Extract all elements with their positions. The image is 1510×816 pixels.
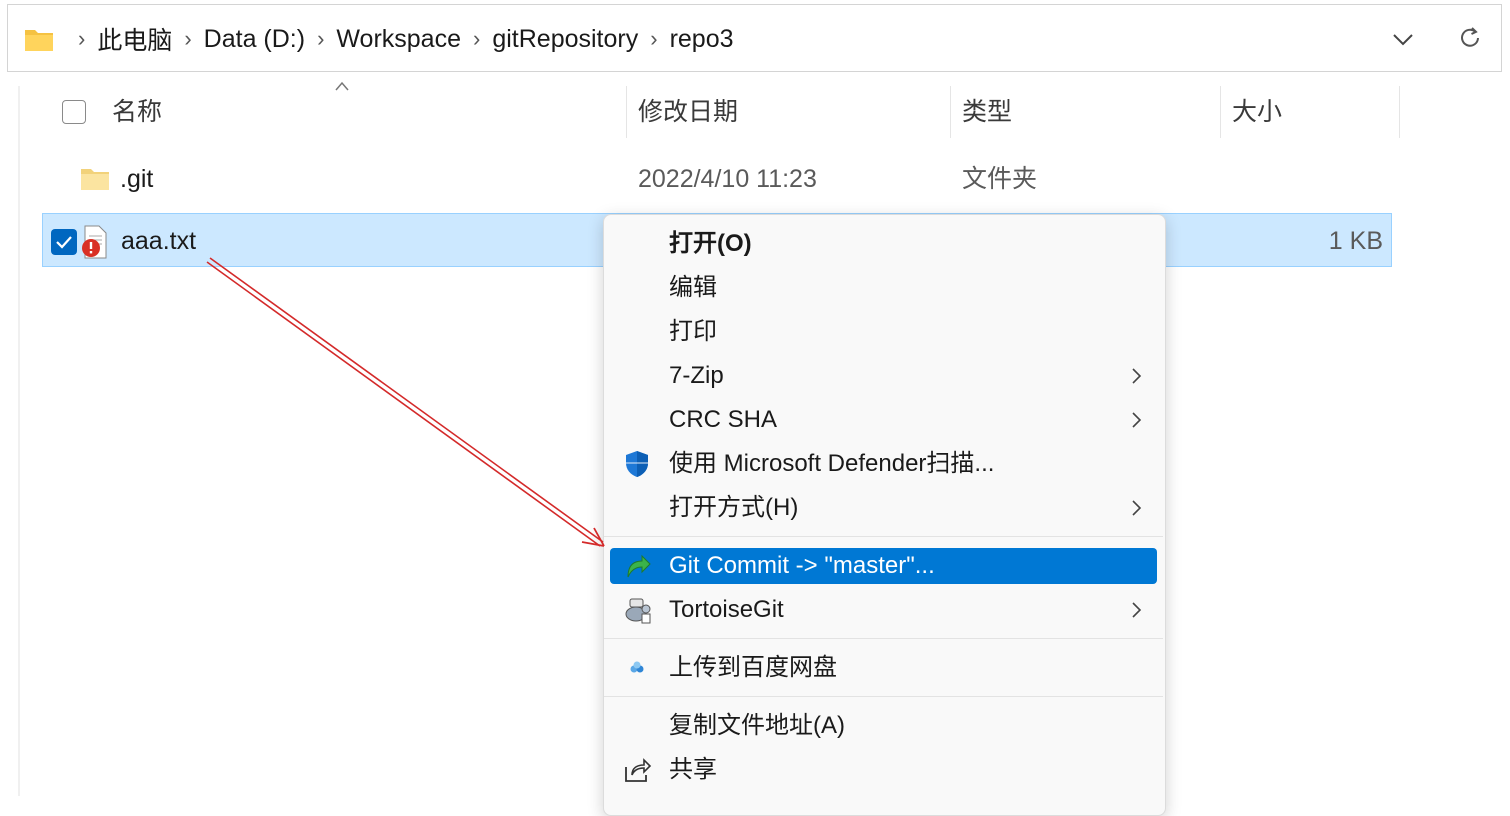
file-size: 1 KB bbox=[1328, 227, 1383, 255]
menu-separator bbox=[604, 696, 1163, 697]
menu-item-label: 复制文件地址(A) bbox=[669, 712, 845, 739]
chevron-right-icon bbox=[1132, 412, 1142, 428]
column-divider[interactable] bbox=[1399, 86, 1400, 138]
column-divider[interactable] bbox=[626, 86, 627, 138]
menu-item-label: 共享 bbox=[669, 756, 717, 783]
menu-item-open-with[interactable]: 打开方式(H) bbox=[610, 490, 1157, 526]
column-header: 名称 修改日期 类型 大小 bbox=[42, 81, 1402, 138]
nav-pane-divider bbox=[18, 86, 20, 796]
menu-separator bbox=[604, 638, 1163, 639]
file-type: 文件夹 bbox=[962, 165, 1038, 193]
defender-shield-icon bbox=[626, 451, 648, 477]
menu-item-label: 上传到百度网盘 bbox=[669, 654, 837, 681]
git-commit-icon bbox=[627, 554, 651, 578]
chevron-right-icon bbox=[1132, 602, 1142, 618]
menu-item-tortoisegit[interactable]: TortoiseGit bbox=[610, 592, 1157, 628]
menu-item-defender-scan[interactable]: 使用 Microsoft Defender扫描... bbox=[610, 446, 1157, 482]
menu-item-git-commit[interactable]: Git Commit -> "master"... bbox=[610, 548, 1157, 584]
checkbox-checked-icon[interactable] bbox=[51, 229, 77, 255]
tortoisegit-icon bbox=[625, 598, 651, 624]
refresh-icon[interactable] bbox=[1457, 25, 1483, 51]
chevron-right-icon bbox=[1132, 500, 1142, 516]
menu-item-copy-path[interactable]: 复制文件地址(A) bbox=[610, 708, 1157, 744]
menu-item-print[interactable]: 打印 bbox=[610, 314, 1157, 350]
chevron-right-icon: › bbox=[650, 26, 658, 51]
column-divider[interactable] bbox=[950, 86, 951, 138]
chevron-right-icon: › bbox=[78, 26, 86, 51]
menu-item-label: 使用 Microsoft Defender扫描... bbox=[669, 450, 995, 477]
breadcrumb-item-this-pc[interactable]: 此电脑 bbox=[97, 21, 172, 57]
menu-item-7zip[interactable]: 7-Zip bbox=[610, 358, 1157, 394]
folder-icon bbox=[81, 169, 109, 190]
chevron-right-icon: › bbox=[184, 26, 192, 51]
column-divider[interactable] bbox=[1220, 86, 1221, 138]
share-icon bbox=[625, 758, 652, 782]
menu-item-label: 编辑 bbox=[669, 274, 717, 301]
file-row[interactable]: .git 2022/4/10 11:23 文件夹 bbox=[42, 152, 1392, 206]
menu-item-share[interactable]: 共享 bbox=[610, 752, 1157, 788]
menu-item-label: 打印 bbox=[669, 318, 717, 345]
context-menu: 打开(O) 编辑 打印 7-Zip CRC SHA 使用 Microsoft D… bbox=[603, 214, 1166, 816]
column-size[interactable]: 大小 bbox=[1232, 86, 1282, 138]
breadcrumb-item-workspace[interactable]: Workspace bbox=[336, 25, 461, 54]
menu-item-label: 打开(O) bbox=[669, 230, 752, 257]
menu-item-crc-sha[interactable]: CRC SHA bbox=[610, 402, 1157, 438]
breadcrumb-item-repo3[interactable]: repo3 bbox=[670, 25, 734, 54]
menu-item-open[interactable]: 打开(O) bbox=[610, 226, 1157, 262]
address-bar[interactable]: › 此电脑 › Data (D:) › Workspace › gitRepos… bbox=[7, 4, 1502, 72]
breadcrumb-item-drive[interactable]: Data (D:) bbox=[204, 25, 305, 54]
chevron-right-icon bbox=[1132, 368, 1142, 384]
menu-item-label: TortoiseGit bbox=[669, 596, 784, 623]
breadcrumb-item-gitrepository[interactable]: gitRepository bbox=[492, 25, 638, 54]
menu-item-label: 7-Zip bbox=[669, 362, 724, 389]
column-modified[interactable]: 修改日期 bbox=[638, 86, 738, 138]
column-type[interactable]: 类型 bbox=[962, 86, 1012, 138]
menu-item-label: Git Commit -> "master"... bbox=[669, 552, 935, 579]
menu-item-edit[interactable]: 编辑 bbox=[610, 270, 1157, 306]
chevron-down-icon[interactable] bbox=[1391, 27, 1415, 51]
menu-item-label: 打开方式(H) bbox=[669, 494, 799, 521]
select-all-checkbox[interactable] bbox=[62, 100, 86, 124]
text-file-conflict-icon bbox=[82, 225, 107, 259]
menu-item-baidu-upload[interactable]: 上传到百度网盘 bbox=[610, 650, 1157, 686]
breadcrumb: › 此电脑 › Data (D:) › Workspace › gitRepos… bbox=[24, 5, 734, 73]
file-name: aaa.txt bbox=[121, 227, 197, 255]
folder-icon bbox=[25, 30, 53, 51]
menu-item-label: CRC SHA bbox=[669, 406, 778, 433]
file-modified: 2022/4/10 11:23 bbox=[638, 165, 817, 193]
sort-ascending-icon bbox=[335, 81, 349, 91]
chevron-right-icon: › bbox=[317, 26, 325, 51]
baidu-netdisk-icon bbox=[630, 661, 644, 673]
menu-separator bbox=[604, 536, 1163, 537]
column-name[interactable]: 名称 bbox=[112, 86, 162, 138]
file-name: .git bbox=[120, 165, 154, 193]
chevron-right-icon: › bbox=[473, 26, 481, 51]
